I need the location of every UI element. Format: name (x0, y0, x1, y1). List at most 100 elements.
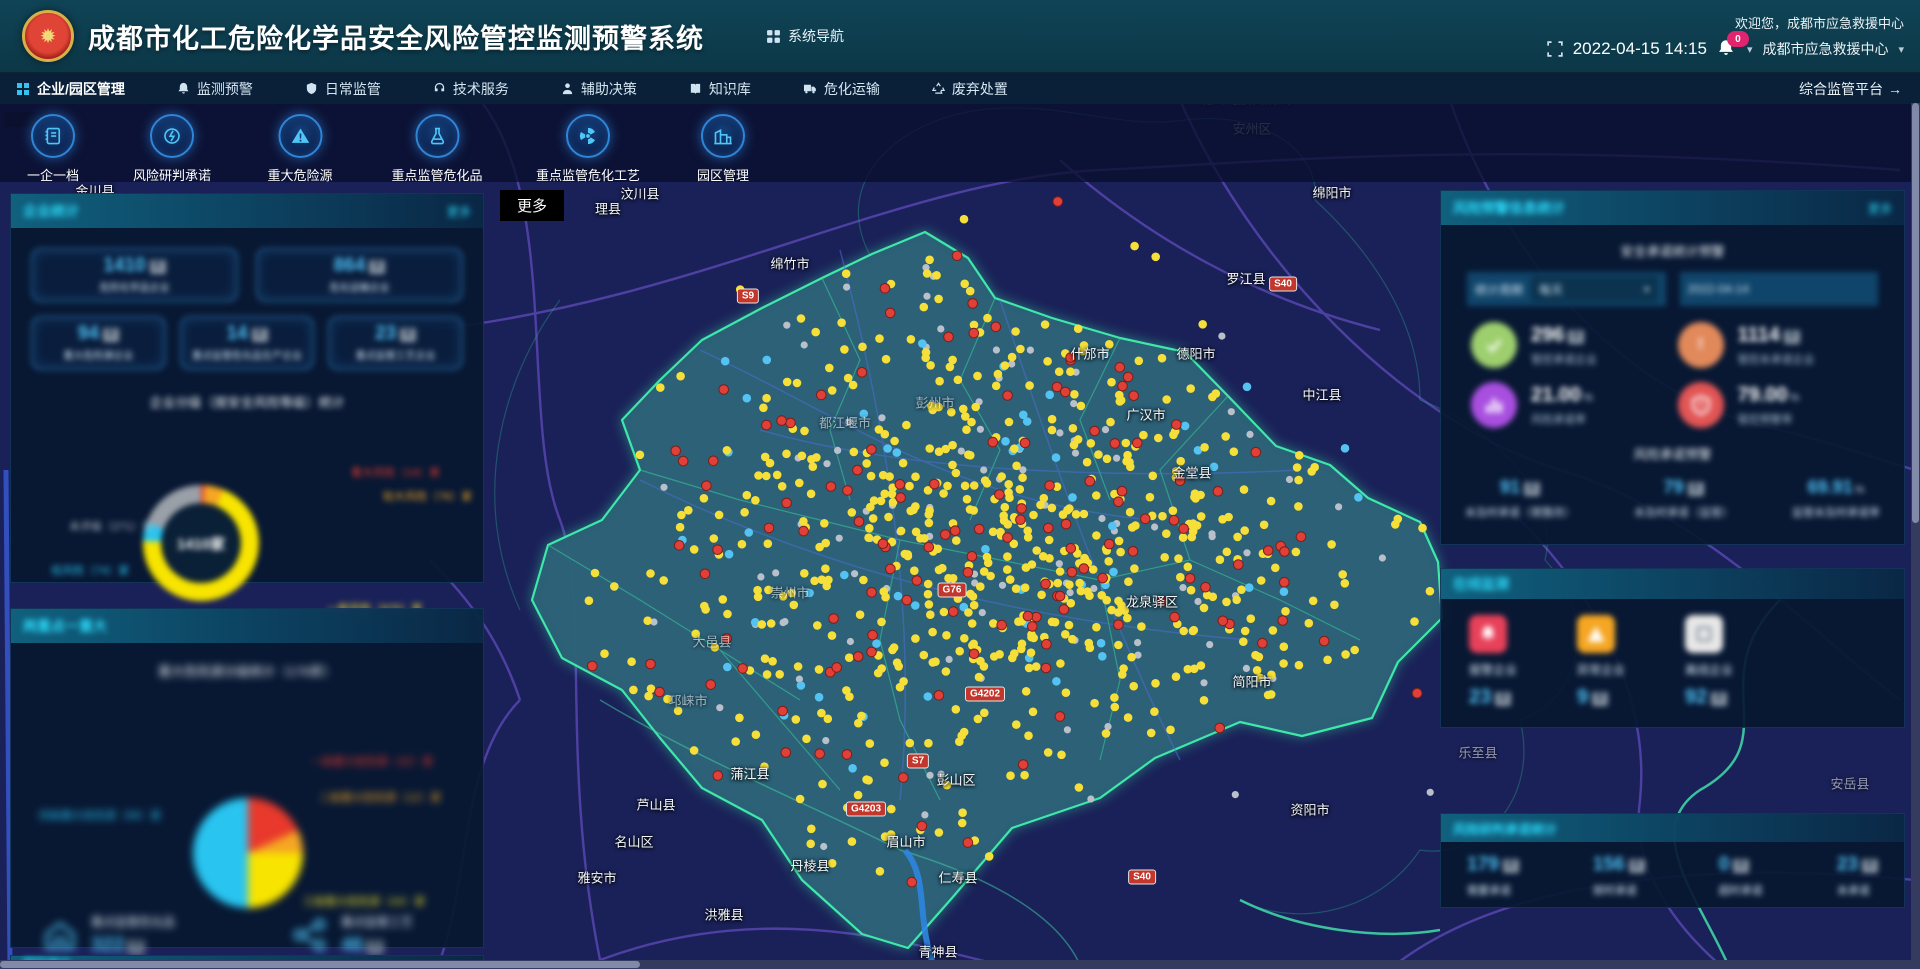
enterprise-dot-red[interactable] (1114, 497, 1124, 507)
enterprise-dot-yellow[interactable] (867, 472, 876, 481)
enterprise-dot-yellow[interactable] (1256, 674, 1265, 683)
enterprise-dot-yellow[interactable] (1232, 596, 1241, 605)
enterprise-dot-red[interactable] (1117, 486, 1127, 496)
nav-item-knowledge-base[interactable]: 知识库 (689, 79, 751, 99)
enterprise-dot-yellow[interactable] (743, 491, 752, 500)
enterprise-dot-yellow[interactable] (1279, 659, 1288, 668)
enterprise-dot-blue[interactable] (1101, 349, 1110, 358)
enterprise-dot-gray[interactable] (1218, 333, 1225, 340)
enterprise-dot-yellow[interactable] (1293, 463, 1302, 472)
enterprise-dot-red[interactable] (1115, 363, 1125, 373)
enterprise-dot-yellow[interactable] (1281, 607, 1290, 616)
enterprise-dot-gray[interactable] (836, 535, 843, 542)
enterprise-dot-yellow[interactable] (1021, 583, 1030, 592)
enterprise-dot-yellow[interactable] (825, 364, 834, 373)
enterprise-dot-red[interactable] (1218, 616, 1228, 626)
enterprise-dot-gray[interactable] (878, 414, 885, 421)
enterprise-dot-red[interactable] (709, 456, 719, 466)
enterprise-dot-yellow[interactable] (925, 444, 934, 453)
enterprise-dot-yellow[interactable] (1174, 554, 1183, 563)
enterprise-dot-yellow[interactable] (797, 314, 806, 323)
enterprise-dot-yellow[interactable] (966, 505, 975, 514)
enterprise-dot-yellow[interactable] (1048, 426, 1057, 435)
enterprise-dot-yellow[interactable] (1070, 390, 1079, 399)
enterprise-dot-yellow[interactable] (952, 705, 961, 714)
enterprise-dot-yellow[interactable] (1051, 618, 1060, 627)
enterprise-dot-red[interactable] (867, 588, 877, 598)
enterprise-dot-yellow[interactable] (1197, 512, 1206, 521)
enterprise-dot-yellow[interactable] (646, 569, 655, 578)
enterprise-dot-yellow[interactable] (968, 619, 977, 628)
enterprise-dot-gray[interactable] (1134, 639, 1141, 646)
enterprise-dot-red[interactable] (917, 821, 927, 831)
enterprise-dot-yellow[interactable] (1267, 671, 1276, 680)
enterprise-dot-yellow[interactable] (1005, 493, 1014, 502)
enterprise-dot-yellow[interactable] (1426, 587, 1435, 596)
more-link[interactable]: 更多 (447, 203, 471, 220)
enterprise-dot-yellow[interactable] (1200, 604, 1209, 613)
enterprise-dot-yellow[interactable] (1149, 472, 1158, 481)
enterprise-dot-gray[interactable] (993, 346, 1000, 353)
enterprise-dot-yellow[interactable] (899, 677, 908, 686)
enterprise-dot-red[interactable] (719, 385, 729, 395)
enterprise-dot-yellow[interactable] (636, 451, 645, 460)
subnav-item-park-management[interactable]: 园区管理 (697, 114, 749, 184)
enterprise-dot-yellow[interactable] (1092, 531, 1101, 540)
enterprise-dot-yellow[interactable] (969, 592, 978, 601)
enterprise-dot-yellow[interactable] (1240, 526, 1249, 535)
enterprise-dot-yellow[interactable] (1102, 729, 1111, 738)
enterprise-dot-yellow[interactable] (1309, 597, 1318, 606)
enterprise-dot-red[interactable] (857, 368, 867, 378)
enterprise-dot-red[interactable] (815, 749, 825, 759)
enterprise-dot-yellow[interactable] (928, 628, 937, 637)
enterprise-dot-yellow[interactable] (821, 539, 830, 548)
enterprise-dot-red[interactable] (817, 390, 827, 400)
enterprise-dot-yellow[interactable] (887, 830, 896, 839)
enterprise-dot-red[interactable] (952, 251, 962, 261)
enterprise-dot-yellow[interactable] (1080, 341, 1089, 350)
enterprise-dot-yellow[interactable] (751, 496, 760, 505)
enterprise-dot-yellow[interactable] (1241, 627, 1250, 636)
enterprise-dot-yellow[interactable] (813, 621, 822, 630)
enterprise-dot-yellow[interactable] (924, 580, 933, 589)
enterprise-dot-yellow[interactable] (970, 601, 979, 610)
enterprise-dot-yellow[interactable] (959, 405, 968, 414)
nav-item-waste-disposal[interactable]: 废弃处置 (932, 79, 1008, 99)
enterprise-dot-yellow[interactable] (1247, 614, 1256, 623)
enterprise-dot-yellow[interactable] (1103, 455, 1112, 464)
enterprise-dot-red[interactable] (868, 630, 878, 640)
enterprise-dot-yellow[interactable] (1327, 540, 1336, 549)
enterprise-dot-gray[interactable] (1056, 560, 1063, 567)
chevron-down-icon[interactable]: ▾ (1898, 43, 1904, 56)
enterprise-dot-yellow[interactable] (1029, 708, 1038, 717)
enterprise-dot-gray[interactable] (1243, 665, 1250, 672)
enterprise-dot-yellow[interactable] (1158, 354, 1167, 363)
enterprise-dot-gray[interactable] (783, 322, 790, 329)
enterprise-dot-red[interactable] (1055, 712, 1065, 722)
enterprise-dot-gray[interactable] (923, 293, 930, 300)
enterprise-dot-yellow[interactable] (647, 684, 656, 693)
enterprise-dot-yellow[interactable] (1115, 391, 1124, 400)
enterprise-dot-yellow[interactable] (877, 664, 886, 673)
enterprise-dot-red[interactable] (786, 418, 796, 428)
enterprise-dot-yellow[interactable] (1111, 703, 1120, 712)
enterprise-dot-yellow[interactable] (1341, 579, 1350, 588)
enterprise-dot-yellow[interactable] (1027, 648, 1036, 657)
enterprise-dot-gray[interactable] (1008, 360, 1015, 367)
enterprise-dot-blue[interactable] (1280, 587, 1289, 596)
enterprise-dot-gray[interactable] (851, 570, 858, 577)
enterprise-dot-yellow[interactable] (1001, 503, 1010, 512)
enterprise-dot-yellow[interactable] (887, 805, 896, 814)
enterprise-dot-yellow[interactable] (1010, 444, 1019, 453)
enterprise-dot-yellow[interactable] (1011, 327, 1020, 336)
enterprise-dot-yellow[interactable] (793, 379, 802, 388)
enterprise-dot-yellow[interactable] (1280, 642, 1289, 651)
enterprise-dot-red[interactable] (1141, 514, 1151, 524)
enterprise-dot-blue[interactable] (1354, 493, 1363, 502)
enterprise-dot-yellow[interactable] (948, 356, 957, 365)
enterprise-dot-yellow[interactable] (773, 471, 782, 480)
enterprise-dot-yellow[interactable] (1065, 580, 1074, 589)
enterprise-dot-yellow[interactable] (1169, 506, 1178, 515)
enterprise-dot-red[interactable] (1251, 447, 1261, 457)
enterprise-dot-yellow[interactable] (782, 450, 791, 459)
